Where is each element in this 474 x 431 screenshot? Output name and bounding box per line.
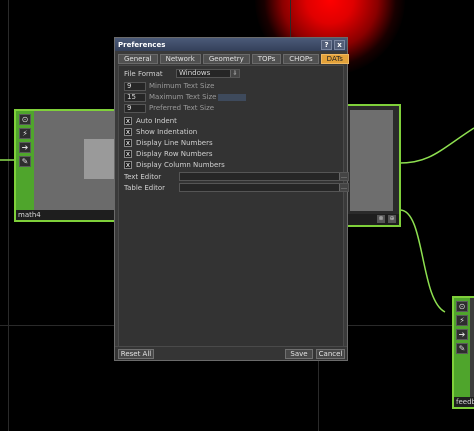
pref-text-size-row: 9 Preferred Text Size — [124, 103, 214, 113]
text-editor-field[interactable]: … — [179, 172, 349, 181]
file-format-dropdown[interactable]: Windows ⇩ — [176, 69, 240, 78]
max-text-size-label: Maximum Text Size — [149, 93, 217, 101]
browse-icon[interactable]: … — [339, 173, 348, 180]
node-preview — [350, 110, 393, 211]
node-label: feedb — [454, 397, 474, 407]
max-text-size-slider[interactable] — [218, 93, 247, 101]
table-editor-label: Table Editor — [124, 184, 166, 192]
auto-indent-row: x Auto Indent — [124, 116, 177, 126]
tab-general[interactable]: General — [118, 54, 158, 64]
column-numbers-checkbox[interactable]: x — [124, 161, 132, 169]
min-text-size-input[interactable]: 9 — [124, 81, 146, 91]
line-numbers-label: Display Line Numbers — [136, 139, 213, 147]
show-indentation-checkbox[interactable]: x — [124, 128, 132, 136]
min-text-size-row: 9 Minimum Text Size — [124, 81, 214, 91]
reset-all-button[interactable]: Reset All — [118, 349, 154, 359]
dats-panel: File Format Windows ⇩ 9 Minimum Text Siz… — [118, 65, 349, 347]
node-info-icon[interactable]: ⊕ — [388, 215, 396, 223]
node-side-bar: ⊙ ⚡ ➔ ✎ — [454, 298, 470, 407]
pref-text-size-label: Preferred Text Size — [149, 104, 215, 112]
node-bypass-icon[interactable]: ⚡ — [456, 315, 468, 326]
node-math4[interactable]: ⊙ ⚡ ➔ ✎ math4 — [14, 109, 116, 222]
node-side-bar: ⊙ ⚡ ➔ ✎ — [16, 111, 34, 220]
tab-tops[interactable]: TOPs — [251, 54, 282, 64]
save-button[interactable]: Save — [285, 349, 313, 359]
node-center[interactable]: ⊗ ⊕ — [346, 104, 401, 227]
dialog-title: Preferences — [118, 40, 166, 49]
tab-bar: General Network Geometry TOPs CHOPs DATs — [118, 54, 349, 64]
wire — [399, 209, 446, 313]
wire — [399, 127, 474, 164]
line-numbers-checkbox[interactable]: x — [124, 139, 132, 147]
node-feedback[interactable]: ⊙ ⚡ ➔ ✎ feedb — [452, 296, 474, 409]
node-lock-icon[interactable]: ✎ — [19, 156, 31, 167]
file-format-row: File Format Windows ⇩ — [124, 69, 344, 79]
file-format-value: Windows — [179, 69, 211, 77]
show-indentation-row: x Show Indentation — [124, 127, 197, 137]
auto-indent-checkbox[interactable]: x — [124, 117, 132, 125]
cancel-button[interactable]: Cancel — [316, 349, 345, 359]
chevron-down-icon: ⇩ — [230, 70, 239, 77]
tab-network[interactable]: Network — [159, 54, 201, 64]
show-indentation-label: Show Indentation — [136, 128, 198, 136]
browse-icon[interactable]: … — [339, 184, 348, 191]
tab-geometry[interactable]: Geometry — [202, 54, 250, 64]
node-viewer-icon[interactable]: ⊙ — [456, 301, 468, 312]
node-close-icon[interactable]: ⊗ — [377, 215, 385, 223]
help-button[interactable]: ? — [321, 39, 332, 50]
node-lock-icon[interactable]: ✎ — [456, 343, 468, 354]
node-footer: ⊗ ⊕ — [348, 214, 399, 225]
node-bypass-icon[interactable]: ⚡ — [19, 128, 31, 139]
node-preview — [34, 111, 114, 210]
preview-shape — [84, 139, 114, 179]
file-format-label: File Format — [124, 70, 163, 78]
node-label: math4 — [16, 210, 114, 220]
dialog-titlebar[interactable]: Preferences ? x — [115, 38, 347, 51]
table-editor-row: Table Editor … — [124, 183, 350, 193]
dialog-footer: Reset All Save Cancel — [115, 346, 347, 360]
max-text-size-input[interactable]: 15 — [124, 92, 146, 102]
tab-dats[interactable]: DATs — [320, 54, 349, 64]
column-numbers-label: Display Column Numbers — [136, 161, 225, 169]
preferences-dialog: Preferences ? x General Network Geometry… — [114, 37, 349, 361]
node-display-icon[interactable]: ➔ — [456, 329, 468, 340]
pref-text-size-input[interactable]: 9 — [124, 103, 146, 113]
auto-indent-label: Auto Indent — [136, 117, 177, 125]
close-button[interactable]: x — [334, 39, 345, 50]
node-display-icon[interactable]: ➔ — [19, 142, 31, 153]
row-numbers-label: Display Row Numbers — [136, 150, 213, 158]
tab-chops[interactable]: CHOPs — [283, 54, 319, 64]
row-numbers-row: x Display Row Numbers — [124, 149, 213, 159]
max-text-size-row: 15 Maximum Text Size — [124, 92, 247, 102]
text-editor-row: Text Editor … — [124, 172, 350, 182]
line-numbers-row: x Display Line Numbers — [124, 138, 213, 148]
row-numbers-checkbox[interactable]: x — [124, 150, 132, 158]
column-numbers-row: x Display Column Numbers — [124, 160, 225, 170]
table-editor-field[interactable]: … — [179, 183, 349, 192]
min-text-size-label: Minimum Text Size — [149, 82, 215, 90]
node-viewer-icon[interactable]: ⊙ — [19, 114, 31, 125]
text-editor-label: Text Editor — [124, 173, 162, 181]
